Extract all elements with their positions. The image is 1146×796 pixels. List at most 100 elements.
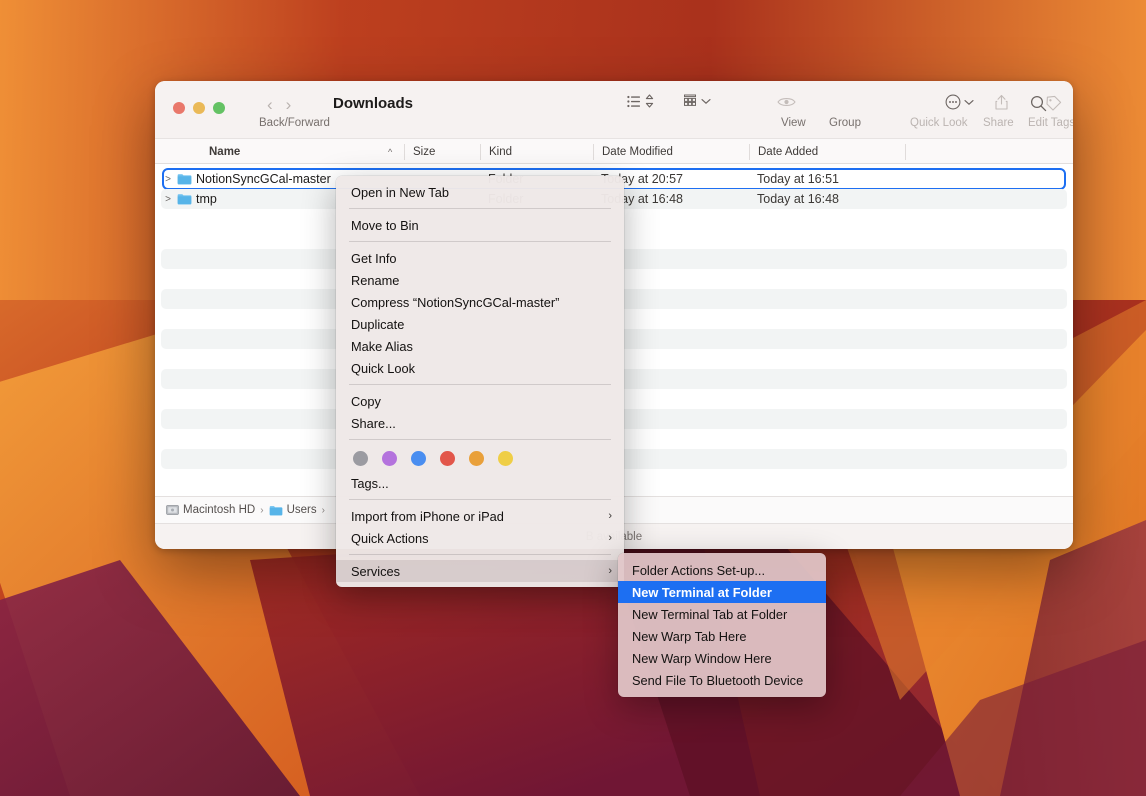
menu-separator [349, 241, 611, 242]
tag-swatch-blue[interactable] [411, 451, 426, 466]
folder-icon [269, 505, 282, 515]
column-divider[interactable] [905, 144, 906, 160]
submenu-item-label: New Warp Tab Here [632, 628, 747, 644]
menu-item-label: Open in New Tab [351, 184, 449, 200]
breadcrumb-label: Users [286, 504, 317, 516]
menu-item-quick-actions[interactable]: Quick Actions › [336, 527, 624, 549]
menu-item-label: Tags... [351, 475, 389, 491]
submenu-item-label: Send File To Bluetooth Device [632, 672, 804, 688]
sort-ascending-icon: ^ [388, 147, 393, 157]
menu-separator [349, 439, 611, 440]
menu-item-label: Compress “NotionSyncGCal-master” [351, 294, 560, 310]
folder-icon [177, 194, 192, 205]
window-titlebar: ‹ › Back/Forward Downloads View Group Qu… [155, 81, 1073, 138]
view-button[interactable] [627, 94, 654, 108]
folder-icon [177, 174, 192, 185]
column-label-date-modified: Date Modified [602, 146, 673, 158]
tag-swatch-gray[interactable] [353, 451, 368, 466]
submenu-item-folder-actions-setup[interactable]: Folder Actions Set-up... [618, 559, 826, 581]
tag-swatch-yellow[interactable] [498, 451, 513, 466]
submenu-arrow-icon: › [608, 510, 612, 522]
submenu-item-new-warp-tab-here[interactable]: New Warp Tab Here [618, 625, 826, 647]
menu-item-label: Copy [351, 393, 381, 409]
menu-item-label: Quick Actions [351, 530, 429, 546]
disclosure-triangle-icon[interactable]: > [163, 174, 173, 185]
menu-separator [349, 554, 611, 555]
menu-item-tags[interactable]: Tags... [336, 472, 624, 494]
breadcrumb-separator: › [321, 504, 325, 516]
list-view-icon [627, 95, 640, 107]
file-name-text: tmp [196, 192, 217, 206]
quick-look-label: Quick Look [910, 117, 968, 129]
submenu-item-new-terminal-at-folder[interactable]: New Terminal at Folder [618, 581, 826, 603]
file-name-cell[interactable]: > tmp [163, 189, 217, 209]
menu-item-make-alias[interactable]: Make Alias [336, 335, 624, 357]
menu-item-rename[interactable]: Rename [336, 269, 624, 291]
menu-item-share[interactable]: Share... [336, 412, 624, 434]
tag-swatch-purple[interactable] [382, 451, 397, 466]
breadcrumb-item-macintosh-hd[interactable]: Macintosh HD [166, 504, 255, 516]
tag-swatch-red[interactable] [440, 451, 455, 466]
column-header-kind[interactable]: Kind [480, 139, 512, 165]
column-label-name: Name [209, 146, 241, 158]
menu-item-quick-look[interactable]: Quick Look [336, 357, 624, 379]
menu-item-compress[interactable]: Compress “NotionSyncGCal-master” [336, 291, 624, 313]
submenu-item-label: New Warp Window Here [632, 650, 772, 666]
group-label: Group [829, 117, 861, 129]
file-date-added-cell: Today at 16:48 [757, 192, 840, 206]
services-submenu[interactable]: Folder Actions Set-up... New Terminal at… [618, 553, 826, 697]
submenu-item-label: New Terminal Tab at Folder [632, 606, 788, 622]
share-icon [995, 94, 1008, 110]
column-header-name[interactable]: Name [200, 139, 240, 165]
group-button[interactable] [682, 94, 711, 108]
menu-item-label: Share... [351, 415, 396, 431]
menu-item-services[interactable]: Services › [336, 560, 624, 582]
menu-separator [349, 384, 611, 385]
column-header-date-added[interactable]: Date Added [749, 139, 818, 165]
share-label: Share [983, 117, 1014, 129]
edit-tags-button[interactable] [1045, 95, 1062, 111]
column-header-date-modified[interactable]: Date Modified [593, 139, 673, 165]
toolbar: View Group Quick Look Share Edit Tags [155, 81, 1073, 138]
menu-item-label: Duplicate [351, 316, 405, 332]
menu-item-get-info[interactable]: Get Info [336, 247, 624, 269]
column-header-size[interactable]: Size [404, 139, 435, 165]
disclosure-triangle-icon[interactable]: > [163, 194, 173, 205]
menu-item-label: Services [351, 563, 401, 579]
menu-item-move-to-bin[interactable]: Move to Bin [336, 214, 624, 236]
search-button[interactable] [1030, 95, 1047, 112]
menu-separator [349, 499, 611, 500]
menu-item-open-in-new-tab[interactable]: Open in New Tab [336, 181, 624, 203]
menu-item-label: Move to Bin [351, 217, 419, 233]
quick-look-button[interactable] [777, 96, 796, 108]
view-label: View [781, 117, 806, 129]
breadcrumb-separator: › [260, 504, 264, 516]
tag-swatch-orange[interactable] [469, 451, 484, 466]
submenu-item-new-warp-window-here[interactable]: New Warp Window Here [618, 647, 826, 669]
column-label-date-added: Date Added [758, 146, 819, 158]
edit-tags-label: Edit Tags [1028, 117, 1073, 129]
context-menu[interactable]: Open in New Tab Move to Bin Get Info Ren… [336, 176, 624, 587]
share-button[interactable] [995, 94, 1008, 110]
menu-item-import-from-iphone[interactable]: Import from iPhone or iPad › [336, 505, 624, 527]
chevron-down-icon [964, 99, 974, 105]
menu-item-label: Import from iPhone or iPad [351, 508, 504, 524]
submenu-item-new-terminal-tab-at-folder[interactable]: New Terminal Tab at Folder [618, 603, 826, 625]
file-name-text: NotionSyncGCal-master [196, 172, 331, 186]
file-date-added-cell: Today at 16:51 [757, 172, 840, 186]
file-name-cell[interactable]: > NotionSyncGCal-master [163, 169, 331, 189]
menu-item-label: Get Info [351, 250, 397, 266]
tag-swatch-row[interactable] [336, 445, 624, 472]
eye-icon [777, 98, 796, 106]
menu-item-label: Rename [351, 272, 400, 288]
menu-item-duplicate[interactable]: Duplicate [336, 313, 624, 335]
ellipsis-circle-icon [945, 94, 961, 110]
tag-icon [1046, 95, 1062, 111]
menu-item-copy[interactable]: Copy [336, 390, 624, 412]
submenu-arrow-icon: › [608, 532, 612, 544]
action-button[interactable] [945, 94, 974, 110]
column-label-kind: Kind [489, 146, 513, 158]
submenu-item-label: Folder Actions Set-up... [632, 562, 766, 578]
submenu-item-send-file-to-bluetooth-device[interactable]: Send File To Bluetooth Device [618, 669, 826, 691]
breadcrumb-item-users[interactable]: Users [269, 504, 317, 516]
